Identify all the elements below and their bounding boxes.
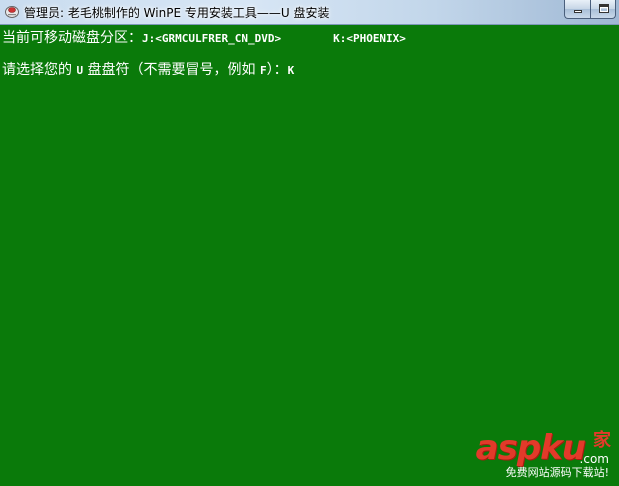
drive-letter-prompt-line: 请选择您的 U 盘盘符（不需要冒号，例如 F）：K	[2, 59, 294, 79]
minimize-icon	[574, 10, 582, 13]
prompt-text-mid: 盘盘符（不需要冒号，例如	[83, 62, 260, 78]
window-controls	[564, 0, 616, 19]
console-app-icon	[5, 6, 19, 18]
watermark-logo: aspku	[475, 428, 586, 468]
prompt-example: F	[259, 64, 267, 77]
window-title: 管理员: 老毛桃制作的 WinPE 专用安装工具——U 盘安装	[24, 6, 330, 20]
minimize-button[interactable]	[564, 0, 590, 19]
maximize-icon	[599, 4, 609, 13]
prompt-text-end: ）：	[266, 62, 288, 78]
partition-list-label: 当前可移动磁盘分区：	[2, 30, 142, 46]
title-bar[interactable]: 管理员: 老毛桃制作的 WinPE 专用安装工具——U 盘安装	[0, 0, 619, 25]
partition-item: K:<PHOENIX>	[333, 32, 406, 45]
partition-item: J:<GRMCULFRER_CN_DVD>	[142, 32, 282, 45]
console-output[interactable]: 当前可移动磁盘分区：J:<GRMCULFRER_CN_DVD> K:<PHOENI…	[0, 25, 619, 486]
prompt-text: 请选择您的	[2, 62, 77, 78]
maximize-button[interactable]	[590, 0, 616, 19]
watermark-slogan: 免费网站源码下载站!	[505, 466, 609, 479]
drive-letter-input[interactable]: K	[288, 64, 295, 77]
partition-list-line: 当前可移动磁盘分区：J:<GRMCULFRER_CN_DVD> K:<PHOENI…	[2, 27, 406, 47]
console-window: 管理员: 老毛桃制作的 WinPE 专用安装工具——U 盘安装 当前可移动磁盘分…	[0, 0, 619, 486]
watermark: aspku 家 .com 免费网站源码下载站!	[413, 422, 613, 482]
watermark-logo-suffix: 家	[593, 430, 611, 451]
